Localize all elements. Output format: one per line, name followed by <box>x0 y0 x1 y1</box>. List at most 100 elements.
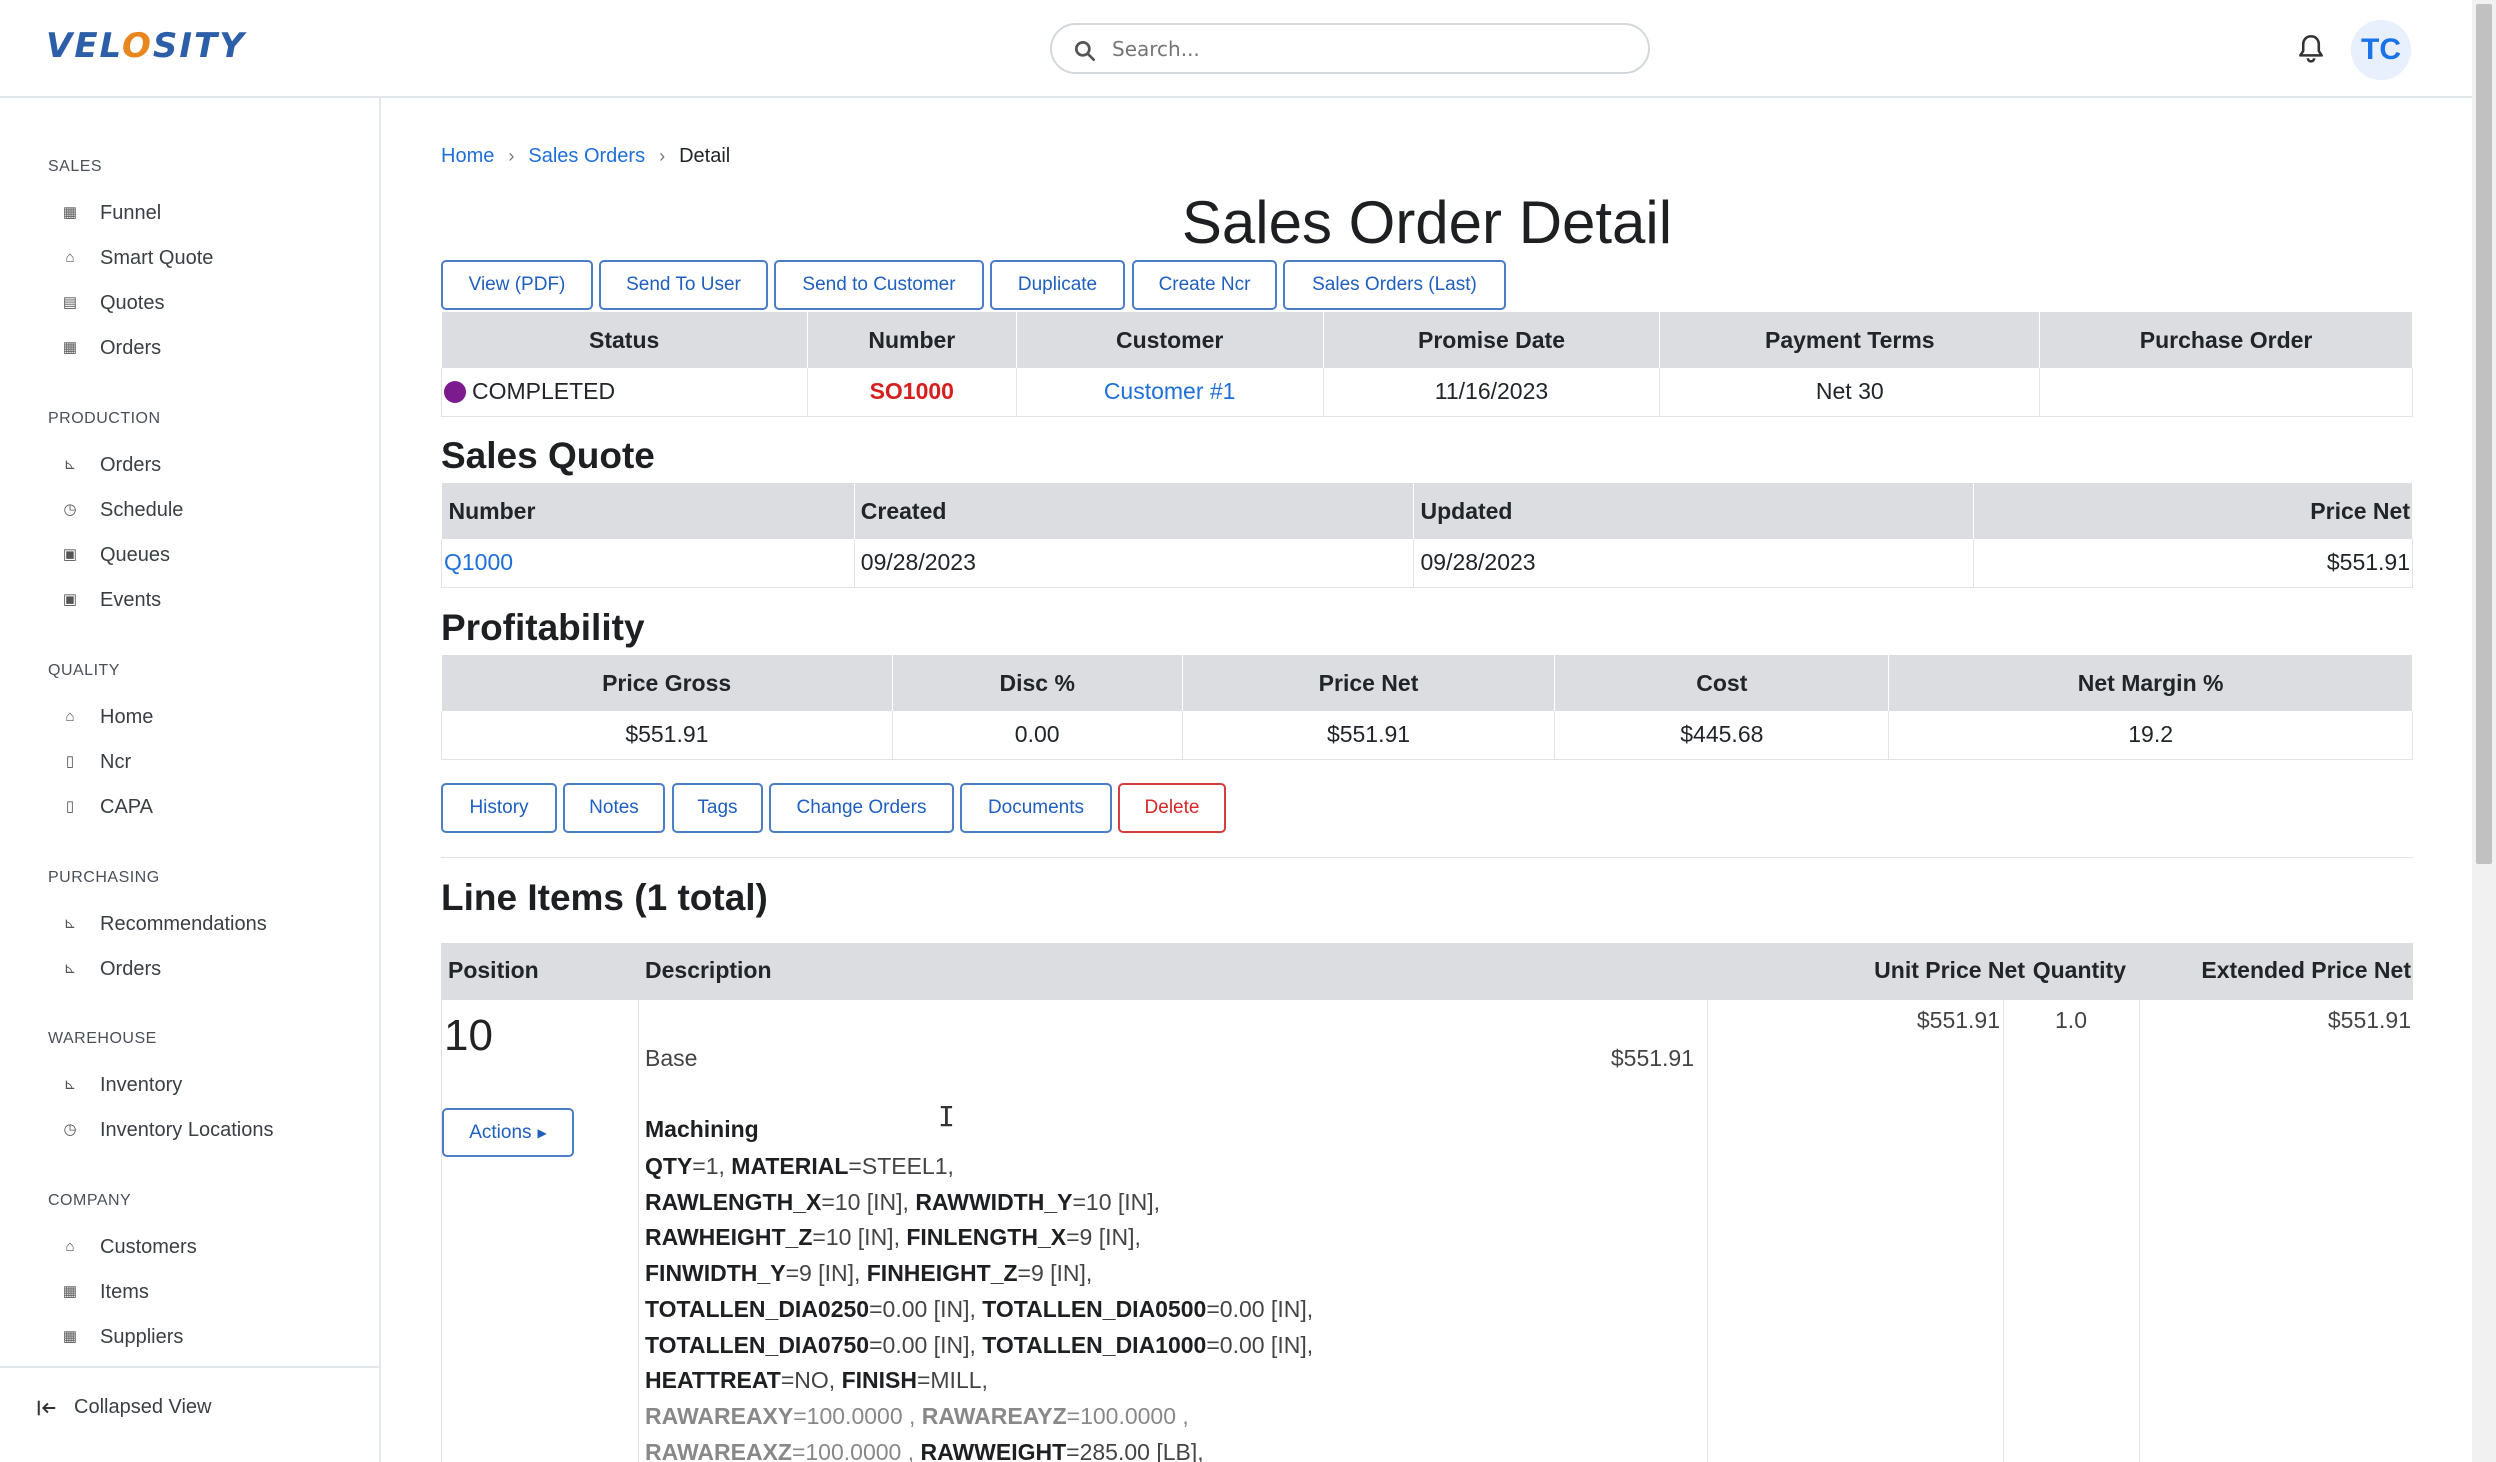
search-box[interactable] <box>1050 23 1650 74</box>
sidebar-item-quotes[interactable]: ▤ Quotes <box>62 286 165 320</box>
col-cost: Cost <box>1554 655 1890 711</box>
line-actions-button[interactable]: Actions ▶ <box>442 1108 574 1157</box>
table-row: Q1000 09/28/2023 09/28/2023 $551.91 <box>441 539 2413 588</box>
profitability-heading: Profitability <box>441 607 645 648</box>
base-label: Base <box>645 1045 698 1071</box>
status-cell: COMPLETED <box>441 368 808 417</box>
collapsed-view-toggle[interactable]: Collapsed View <box>36 1396 212 1419</box>
home-icon: ⌂ <box>65 1238 75 1255</box>
sidebar-item-events[interactable]: ▣ Events <box>62 583 161 617</box>
col-quantity: Quantity <box>2032 957 2126 983</box>
order-number: SO1000 <box>807 368 1017 417</box>
quote-updated: 09/28/2023 <box>1413 539 1975 588</box>
send-to-user-button[interactable]: Send To User <box>599 260 768 310</box>
bell-icon[interactable] <box>2294 32 2328 66</box>
hat-icon: ⌂ <box>65 249 75 266</box>
col-price-net: Price Net <box>1182 655 1556 711</box>
cart-icon: ⊾ <box>63 960 77 977</box>
col-disc-pct: Disc % <box>892 655 1183 711</box>
text-cursor-icon: I <box>938 1100 955 1133</box>
sidebar-item-sales-orders[interactable]: ▦ Orders <box>62 331 161 365</box>
calendar-icon: ▣ <box>62 546 78 563</box>
col-purchase-order: Purchase Order <box>2039 312 2413 368</box>
file-icon: ▯ <box>65 798 75 815</box>
table-row: COMPLETED SO1000 Customer #1 11/16/2023 … <box>441 368 2413 417</box>
sidebar-item-quality-home[interactable]: ⌂ Home <box>62 700 153 734</box>
sidebar-section-company: COMPANY <box>48 1192 132 1209</box>
sidebar-item-capa[interactable]: ▯ CAPA <box>62 790 153 824</box>
sidebar-section-purchasing: PURCHASING <box>48 869 160 886</box>
table-header-row: Status Number Customer Promise Date Paym… <box>441 312 2413 368</box>
status-dot <box>444 381 466 404</box>
line-items-table: Position Description Unit Price Net Quan… <box>441 943 2413 1462</box>
sales-quote-heading: Sales Quote <box>441 435 655 476</box>
chevron-right-icon: › <box>508 146 515 166</box>
breadcrumb: Home › Sales Orders › Detail <box>441 145 730 168</box>
quote-price-net: $551.91 <box>1973 539 2413 588</box>
avatar[interactable]: TC <box>2351 20 2411 80</box>
tags-button[interactable]: Tags <box>672 783 763 833</box>
home-icon: ⌂ <box>65 708 75 725</box>
net-margin: 19.2 <box>1888 711 2413 760</box>
view-pdf-button[interactable]: View (PDF) <box>441 260 593 310</box>
velocity-logo[interactable]: VELOSITY <box>46 26 246 66</box>
notes-button[interactable]: Notes <box>563 783 665 833</box>
col-description: Description <box>645 957 772 983</box>
sidebar-item-ncr[interactable]: ▯ Ncr <box>62 745 131 779</box>
sidebar-item-recommendations[interactable]: ⊾ Recommendations <box>62 907 267 941</box>
col-updated: Updated <box>1413 483 1975 539</box>
divider <box>2139 1000 2140 1462</box>
send-to-customer-button[interactable]: Send to Customer <box>774 260 984 310</box>
sidebar-section-sales: SALES <box>48 158 103 175</box>
col-price-gross: Price Gross <box>441 655 893 711</box>
sidebar-item-items[interactable]: ▦ Items <box>62 1275 149 1309</box>
customer-link[interactable]: Customer #1 <box>1104 378 1236 404</box>
quote-link[interactable]: Q1000 <box>444 549 513 575</box>
quote-number-cell: Q1000 <box>441 539 855 588</box>
history-button[interactable]: History <box>441 783 557 833</box>
quote-created: 09/28/2023 <box>854 539 1415 588</box>
sidebar-item-inventory[interactable]: ⊾ Inventory <box>62 1068 183 1102</box>
col-position: Position <box>448 957 539 983</box>
sidebar-item-schedule[interactable]: ◷ Schedule <box>62 493 183 527</box>
duplicate-button[interactable]: Duplicate <box>990 260 1125 310</box>
sidebar-item-funnel[interactable]: ▦ Funnel <box>62 196 161 230</box>
delete-button[interactable]: Delete <box>1118 783 1226 833</box>
table-icon: ▦ <box>62 339 78 356</box>
unit-price-net: $551.91 <box>1916 1007 2000 1033</box>
sidebar: SALES ▦ Funnel ⌂ Smart Quote ▤ Quotes ▦ Orde… <box>0 98 381 1462</box>
col-net-margin: Net Margin % <box>1888 655 2413 711</box>
breadcrumb-current: Detail <box>679 145 731 167</box>
clock-icon: ◷ <box>63 1121 77 1138</box>
order-summary-table: Status Number Customer Promise Date Paym… <box>441 312 2413 417</box>
table-header-row: Price Gross Disc % Price Net Cost Net Ma… <box>441 655 2413 711</box>
sidebar-divider <box>0 1366 381 1368</box>
scrollbar-thumb[interactable] <box>2476 4 2492 864</box>
sidebar-item-purchasing-orders[interactable]: ⊾ Orders <box>62 952 161 986</box>
top-header: VELOSITY TC <box>0 0 2472 98</box>
calendar-icon: ▣ <box>62 591 78 608</box>
status-badge: COMPLETED <box>472 378 616 405</box>
sales-orders-last-button[interactable]: Sales Orders (Last) <box>1283 260 1506 310</box>
breadcrumb-sales-orders[interactable]: Sales Orders <box>528 145 645 168</box>
documents-button[interactable]: Documents <box>960 783 1112 833</box>
create-ncr-button[interactable]: Create Ncr <box>1132 260 1277 310</box>
sidebar-section-warehouse: WAREHOUSE <box>48 1030 157 1047</box>
search-input[interactable] <box>1112 33 1632 65</box>
change-orders-button[interactable]: Change Orders <box>769 783 954 833</box>
sidebar-item-suppliers[interactable]: ▦ Suppliers <box>62 1320 183 1354</box>
sidebar-item-queues[interactable]: ▣ Queues <box>62 538 170 572</box>
divider <box>638 1000 639 1462</box>
building-icon: ▦ <box>62 204 78 221</box>
col-unit-price-net: Unit Price Net <box>1874 957 2025 983</box>
sidebar-item-production-orders[interactable]: ⊾ Orders <box>62 448 161 482</box>
price-gross: $551.91 <box>441 711 893 760</box>
sidebar-item-inventory-locations[interactable]: ◷ Inventory Locations <box>62 1113 273 1147</box>
clock-icon: ◷ <box>63 501 77 518</box>
sidebar-item-smart-quote[interactable]: ⌂ Smart Quote <box>62 241 213 275</box>
sidebar-item-customers[interactable]: ⌂ Customers <box>62 1230 196 1264</box>
breadcrumb-home[interactable]: Home <box>441 145 494 168</box>
page-title: Sales Order Detail <box>1181 189 1673 256</box>
section-machining: Machining <box>645 1116 759 1142</box>
file-icon: ▯ <box>65 753 75 770</box>
